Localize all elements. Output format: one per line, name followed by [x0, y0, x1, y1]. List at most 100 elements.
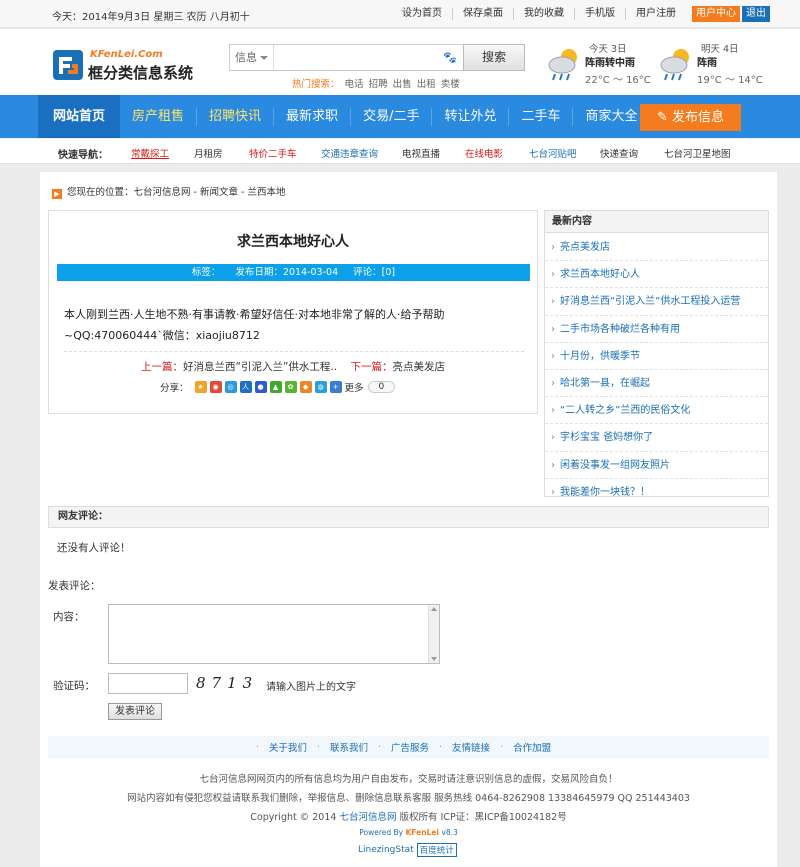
article-body: 本人刚到兰西·人生地不熟·有事请教·希望好信任·对本地非常了解的人·给予帮助~Q… [64, 308, 445, 342]
pencil-icon: ✎ [656, 110, 672, 125]
nav-property[interactable]: 房产租售 [120, 95, 196, 138]
quick-nav-item[interactable]: 七台河贴吧 [529, 146, 577, 160]
footer-dot: · [439, 741, 443, 753]
list-item[interactable]: 十月份，供暖季节 [545, 343, 768, 370]
share-count: 0 [367, 381, 396, 393]
hot-keyword[interactable]: 招聘 [369, 79, 388, 90]
quick-nav-item[interactable]: 常戴探工 [131, 146, 169, 160]
list-item[interactable]: 亮点美发店 [545, 234, 768, 262]
captcha-image[interactable]: 8713 [196, 674, 258, 692]
breadcrumb-link[interactable]: 新闻文章 [200, 187, 238, 198]
nav-job-seeking[interactable]: 最新求职 [274, 95, 350, 138]
footer-link-friends[interactable]: 友情链接 [452, 740, 490, 754]
footer-link-contact[interactable]: 联系我们 [330, 740, 368, 754]
hot-keyword[interactable]: 卖楼 [441, 79, 460, 90]
sohu-share-icon[interactable]: ◆ [299, 381, 312, 393]
copyright-site-link[interactable]: 七台河信息网 [339, 812, 396, 823]
nav-secondhand[interactable]: 交易/二手 [351, 95, 431, 138]
breadcrumb-link[interactable]: 兰西本地 [247, 187, 285, 198]
submit-comment-button[interactable]: 发表评论 [108, 703, 162, 720]
my-favorites-link[interactable]: 我的收藏 [513, 8, 574, 20]
linezing-stat-link[interactable]: LinezingStat [358, 845, 414, 855]
list-item[interactable]: 好消息兰西“引泥入兰”供水工程投入运营 [545, 288, 768, 316]
baidu-share-icon[interactable]: ● [254, 381, 267, 393]
quick-nav-item[interactable]: 快递查询 [600, 146, 638, 160]
user-center-button[interactable]: 用户中心 [692, 6, 740, 22]
textarea-scrollbar[interactable] [428, 605, 439, 663]
nav-transfer[interactable]: 转让外兑 [432, 95, 508, 138]
search-category-select[interactable]: 信息 [230, 45, 274, 70]
breadcrumb-link[interactable]: 七台河信息网 [134, 187, 191, 198]
set-homepage-link[interactable]: 设为首页 [392, 8, 452, 20]
article-meta: 标签： 发布日期：2014-03-04 评论：[0] [57, 264, 530, 281]
nav-home[interactable]: 网站首页 [38, 95, 121, 138]
scroll-up-icon[interactable] [431, 607, 437, 611]
renren-share-icon[interactable]: 人 [239, 381, 252, 393]
quick-nav-item[interactable]: 月租房 [194, 146, 223, 160]
list-item[interactable]: 闲着没事发一组网友照片 [545, 452, 768, 479]
tencent-weibo-share-icon[interactable]: ◎ [224, 381, 237, 393]
rain-cloud-icon [548, 49, 577, 81]
more-share-icon[interactable]: + [329, 381, 342, 393]
douban-share-icon[interactable]: ✿ [284, 381, 297, 393]
list-item[interactable]: “二人转之乡”兰西的民俗文化 [545, 397, 768, 425]
quick-nav-item[interactable]: 交通违章查询 [321, 146, 378, 160]
nav-used-cars[interactable]: 二手车 [509, 95, 572, 138]
site-logo[interactable]: KFenLei.Com 框分类信息系统 [52, 49, 202, 89]
quick-nav-item[interactable]: 电视直播 [402, 146, 440, 160]
comment-textarea[interactable] [108, 604, 440, 664]
hot-keyword[interactable]: 电话 [345, 79, 364, 90]
search-box: 信息 🐾 [229, 44, 464, 71]
quick-nav: 快速导航： 常戴探工 月租房 特价二手车 交通违章查询 电视直播 在线电影 七台… [0, 139, 800, 164]
quick-nav-item[interactable]: 七台河卫星地图 [664, 146, 731, 160]
footer-link-partner[interactable]: 合作加盟 [513, 740, 551, 754]
article-prev-next: 上一篇：好消息兰西“引泥入兰”供水工程.. 下一篇：亮点美发店 [49, 359, 537, 374]
weibo-share-icon[interactable]: ◉ [209, 381, 222, 393]
mobile-version-link[interactable]: 手机版 [574, 8, 625, 20]
powered-by-label: Powered By [359, 828, 406, 837]
list-item[interactable]: 二手市场各种破烂各种有用 [545, 316, 768, 343]
baidu-stat-badge[interactable]: 百度统计 [416, 843, 457, 857]
no-comment-text: 还没有人评论！ [57, 542, 131, 554]
captcha-input[interactable] [108, 673, 188, 694]
logout-button[interactable]: 退出 [742, 6, 770, 22]
nav-jobs[interactable]: 招聘快讯 [197, 95, 273, 138]
nav-merchants[interactable]: 商家大全 [573, 95, 649, 138]
quick-nav-item[interactable]: 特价二手车 [249, 146, 297, 160]
post-comment-title: 发表评论： [48, 580, 101, 592]
logo-name: 框分类信息系统 [88, 64, 194, 82]
qq-share-icon[interactable]: ◍ [314, 381, 327, 393]
quick-nav-item[interactable]: 在线电影 [465, 146, 503, 160]
hot-keyword[interactable]: 出售 [393, 79, 412, 90]
post-info-label: 发布信息 [672, 110, 725, 125]
top-links: 设为首页 保存桌面 我的收藏 手机版 用户注册 用户中心 退出 [392, 6, 770, 22]
nav-items: 网站首页 房产租售 招聘快讯 最新求职 交易/二手 转让外兑 二手车 商家大全 [38, 95, 650, 138]
footer-dot: · [377, 741, 381, 753]
save-desktop-link[interactable]: 保存桌面 [452, 8, 513, 20]
hot-keyword[interactable]: 出租 [417, 79, 436, 90]
next-article-link[interactable]: 亮点美发店 [392, 361, 445, 373]
search-input[interactable] [276, 47, 444, 67]
list-item[interactable]: 我能差你一块钱？！ [545, 479, 768, 496]
share-more-link[interactable]: 更多 [345, 380, 364, 394]
prev-article-link[interactable]: 好消息兰西“引泥入兰”供水工程.. [183, 361, 337, 373]
kaixin-share-icon[interactable]: ▲ [269, 381, 282, 393]
powered-by-brand[interactable]: KFenLei [406, 828, 440, 837]
scroll-down-icon[interactable] [431, 657, 437, 661]
user-register-link[interactable]: 用户注册 [625, 8, 686, 20]
weather-day: 明天 4日 [701, 44, 739, 55]
footer-link-about[interactable]: 关于我们 [269, 740, 307, 754]
qzone-share-icon[interactable]: ★ [194, 381, 207, 393]
search-button[interactable]: 搜索 [463, 44, 525, 71]
article-comment-count: 评论：[0] [353, 267, 396, 278]
latest-content: 最新内容 亮点美发店 求兰西本地好心人 好消息兰西“引泥入兰”供水工程投入运营 … [544, 210, 769, 497]
post-info-button[interactable]: ✎ 发布信息 [640, 104, 741, 131]
footer-link-ads[interactable]: 广告服务 [391, 740, 429, 754]
footer-dot: · [316, 741, 320, 753]
list-item[interactable]: 求兰西本地好心人 [545, 261, 768, 289]
list-item[interactable]: 宇杉宝宝 爸妈想你了 [545, 424, 768, 452]
list-item[interactable]: 哈北第一县，在崛起 [545, 370, 768, 398]
captcha-label: 验证码： [53, 680, 95, 692]
chevron-down-icon [260, 56, 268, 60]
hot-search-label: 热门搜索： [292, 79, 340, 90]
